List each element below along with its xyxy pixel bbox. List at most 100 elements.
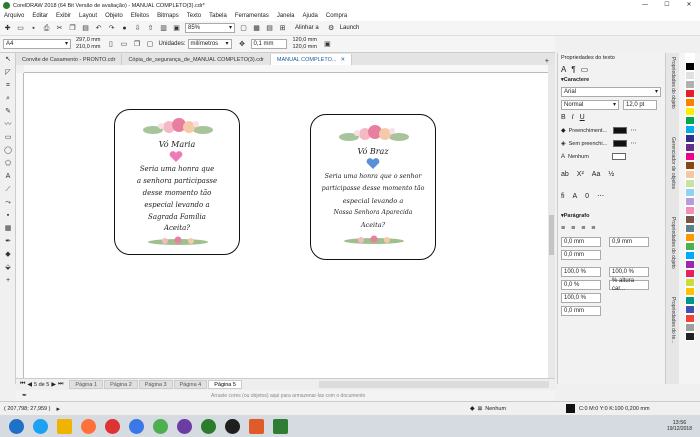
vtab-object-manager[interactable]: Gerenciador de objetos	[670, 137, 676, 213]
text-tool-icon[interactable]: A	[0, 170, 16, 183]
drawing-canvas[interactable]: Vó Maria Seria uma honra que a senhora p…	[24, 73, 548, 378]
new-document-icon[interactable]: ✚	[3, 24, 12, 33]
menu-editar[interactable]: Editar	[32, 13, 48, 19]
add-tab-icon[interactable]: +	[545, 58, 549, 65]
tab-manual-completo[interactable]: MANUAL COMPLETO... ✕	[270, 54, 353, 65]
line-spacing-field[interactable]: 100,0 %	[609, 266, 649, 277]
palette-swatch[interactable]	[685, 224, 695, 233]
card-vo-maria[interactable]: Vó Maria Seria uma honra que a senhora p…	[114, 109, 240, 255]
media-player-icon[interactable]	[105, 418, 120, 434]
palette-swatch[interactable]	[685, 305, 695, 314]
page-tab-5[interactable]: Página 5	[208, 380, 242, 389]
tab-copia-seguranca[interactable]: Cópia_de_segurança_de_MANUAL COMPLETO(3)…	[122, 54, 271, 65]
palette-swatch[interactable]	[685, 125, 695, 134]
menu-texto[interactable]: Texto	[187, 13, 201, 19]
transparency-tool-icon[interactable]: ▦	[0, 222, 16, 235]
drop-shadow-icon[interactable]: ▪	[0, 209, 16, 222]
palette-swatch[interactable]	[685, 188, 695, 197]
palette-swatch[interactable]	[685, 80, 695, 89]
font-size-field[interactable]: 12,0 pt	[623, 99, 657, 110]
export-icon[interactable]: ⇧	[146, 24, 155, 33]
file-explorer-icon[interactable]	[57, 418, 72, 434]
italic-icon[interactable]: I	[572, 114, 574, 121]
align-right-icon[interactable]: ≡	[581, 225, 585, 232]
underline-icon[interactable]: U	[580, 114, 585, 121]
smart-fill-icon[interactable]: ⬙	[0, 261, 16, 274]
shape-tool-icon[interactable]: ◸	[0, 66, 16, 79]
menu-layout[interactable]: Layout	[79, 13, 97, 19]
menu-bitmaps[interactable]: Bitmaps	[157, 13, 179, 19]
palette-swatch[interactable]	[685, 233, 695, 242]
rectangle-tool-icon[interactable]: ▭	[0, 131, 16, 144]
coreldraw-taskbar-icon[interactable]	[201, 418, 216, 434]
align-center-icon[interactable]: ≡	[571, 225, 575, 232]
zoom-tool-icon[interactable]: ⌕	[0, 92, 16, 105]
ie-icon[interactable]	[33, 418, 48, 434]
first-page-icon[interactable]: ⏮	[20, 381, 25, 388]
palette-swatch[interactable]	[685, 197, 695, 206]
palette-swatch[interactable]	[685, 215, 695, 224]
palette-swatch[interactable]	[685, 251, 695, 260]
page-width-field[interactable]: 297,0 mm	[76, 37, 100, 44]
ellipse-tool-icon[interactable]: ◯	[0, 144, 16, 157]
justify-icon[interactable]: ≡	[591, 225, 595, 232]
palette-swatch[interactable]	[685, 71, 695, 80]
palette-swatch[interactable]	[685, 89, 695, 98]
word-spacing-field[interactable]: 0,0 mm	[561, 305, 601, 316]
numerals-icon[interactable]: 0	[585, 193, 589, 200]
ordinals-icon[interactable]: fi	[561, 193, 565, 200]
page-tab-1[interactable]: Página 1	[69, 380, 104, 389]
first-line-indent-field[interactable]: 0,9 mm	[609, 236, 649, 247]
crop-tool-icon[interactable]: ⌗	[0, 79, 16, 92]
grid-icon[interactable]: ▦	[252, 24, 261, 33]
print-icon[interactable]: ⎙	[42, 24, 51, 33]
palette-swatch[interactable]	[685, 179, 695, 188]
right-indent-field[interactable]: 0,0 mm	[561, 249, 601, 260]
spacing-units-select[interactable]: % altura car...	[609, 278, 649, 292]
more-options-icon[interactable]: ⋯	[597, 192, 604, 200]
chrome-icon[interactable]	[153, 418, 168, 434]
save-icon[interactable]: ▪	[29, 24, 38, 33]
background-color-swatch[interactable]	[612, 140, 627, 147]
add-tool-icon[interactable]: +	[0, 274, 16, 287]
next-page-icon[interactable]: ▶	[51, 381, 56, 388]
palette-swatch[interactable]	[685, 332, 695, 341]
outline-select[interactable]: Nenhum	[568, 154, 612, 160]
fractions-icon[interactable]: ½	[608, 171, 614, 178]
rulers-icon[interactable]: ▤	[265, 24, 274, 33]
palette-swatch[interactable]	[685, 53, 695, 62]
font-style-select[interactable]: Normal ▾	[561, 99, 619, 110]
photo-app-icon[interactable]	[177, 418, 192, 434]
palette-swatch[interactable]	[685, 143, 695, 152]
palette-swatch[interactable]	[685, 107, 695, 116]
menu-tabela[interactable]: Tabela	[209, 13, 227, 19]
swash-icon[interactable]: A	[573, 193, 578, 200]
zoom-select[interactable]: 85% ▾	[185, 23, 235, 33]
fullscreen-icon[interactable]: ▣	[172, 24, 181, 33]
font-family-select[interactable]: Arial ▾	[561, 86, 661, 97]
palette-swatch[interactable]	[685, 62, 695, 71]
vtab-object-properties-2[interactable]: Propriedades do objeto	[670, 217, 676, 293]
palette-swatch[interactable]	[685, 296, 695, 305]
palette-swatch[interactable]	[685, 134, 695, 143]
app-taskbar-icon[interactable]	[225, 418, 240, 434]
launch-dropdown[interactable]: Launch	[340, 25, 360, 31]
palette-swatch[interactable]	[685, 269, 695, 278]
guidelines-icon[interactable]: ⊞	[278, 24, 287, 33]
duplicate-x-field[interactable]: 120,0 mm	[293, 37, 317, 44]
palette-swatch[interactable]	[685, 314, 695, 323]
fill-color-swatch[interactable]	[612, 127, 627, 134]
background-settings-icon[interactable]: ⋯	[631, 140, 637, 147]
pdf-icon[interactable]: ▥	[159, 24, 168, 33]
scrollbar-thumb[interactable]	[549, 215, 554, 255]
current-page-icon[interactable]: ▢	[145, 40, 154, 49]
page-tab-4[interactable]: Página 4	[173, 380, 208, 389]
paragraph-tab-icon[interactable]: ¶	[571, 65, 575, 74]
artistic-media-icon[interactable]: 〰	[0, 118, 16, 131]
char-spacing-field[interactable]: 100,0 %	[561, 292, 601, 303]
frame-tab-icon[interactable]: ▭	[581, 65, 589, 74]
menu-janela[interactable]: Janela	[277, 13, 295, 19]
menu-ferramentas[interactable]: Ferramentas	[235, 13, 269, 19]
fill-settings-icon[interactable]: ⋯	[631, 127, 637, 134]
palette-swatch[interactable]	[685, 152, 695, 161]
